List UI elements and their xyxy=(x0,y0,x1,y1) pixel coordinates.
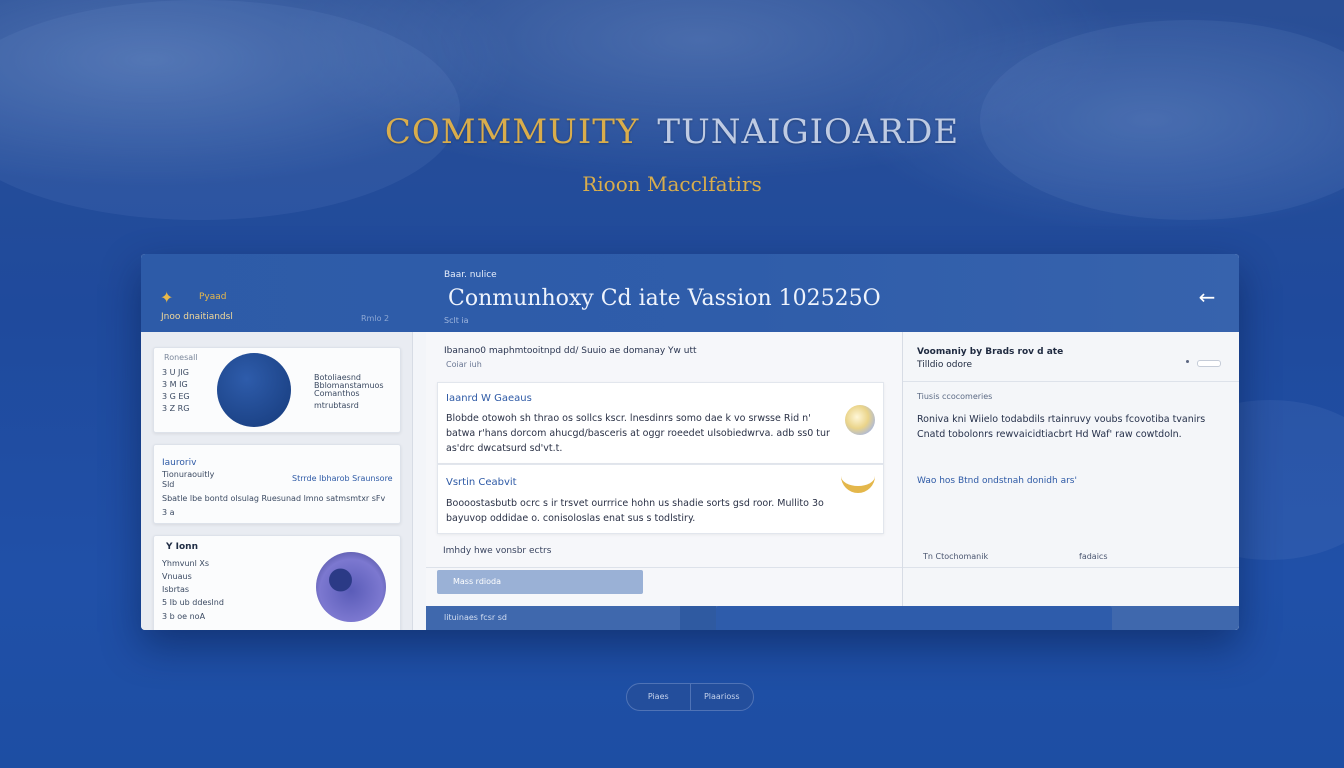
post-body: Blobde otowoh sh thrao os sollcs kscr. l… xyxy=(446,413,830,454)
sidebar-version: Rmlo 2 xyxy=(361,314,390,323)
breadcrumb[interactable]: Baar. nulice xyxy=(444,270,497,280)
card-line: Sld xyxy=(162,480,175,489)
card-title: Iauroriv xyxy=(162,458,197,468)
hero-title-silver: TUNAIGIOARDE xyxy=(657,112,960,152)
card-body: Sbatle lbe bontd olsulag Ruesunad lmno s… xyxy=(162,494,386,503)
logo-icon: ✦ xyxy=(160,288,174,307)
feed-subline: Coiar iuh xyxy=(446,360,482,369)
card-foot: 3 a xyxy=(162,508,175,517)
member-card[interactable]: Y Ionn Yhmvunl Xs Vnuaus Isbrtas 5 Ib ub… xyxy=(153,535,401,630)
profile-card[interactable]: Ronesall 3 U JIG 3 M IG 3 G EG 3 Z RG Bo… xyxy=(153,347,401,433)
card-row: 3 G EG xyxy=(162,392,190,401)
panel-header: ✦ Pyaad Jnoo dnaitiandsl Rmlo 2 Baar. nu… xyxy=(141,254,1239,332)
main-panel: ✦ Pyaad Jnoo dnaitiandsl Rmlo 2 Baar. nu… xyxy=(141,254,1239,630)
bottom-bar-segment xyxy=(680,606,716,630)
card-row: 3 Z RG xyxy=(162,404,190,413)
heading-line: Tilldio odore xyxy=(917,360,973,370)
footer-left-text: Tn Ctochomanik xyxy=(923,552,989,561)
page-title: Conmunhoxy Cd iate Vassion 102525O xyxy=(448,286,881,311)
card-title: Y Ionn xyxy=(166,542,198,552)
card-row: 3 U JIG xyxy=(162,368,189,377)
card-link[interactable]: Strrde Ibharob Sraunsore xyxy=(292,473,393,485)
pager-next-button[interactable]: Plaarioss xyxy=(691,684,754,710)
feed-headline: Ibanano0 maphmtooitnpd dd/ Suuio ae doma… xyxy=(444,346,697,356)
sidebar-brand: Jnoo dnaitiandsl xyxy=(161,312,233,322)
column-divider xyxy=(412,332,413,630)
section-body: Roniva kni Wiielo todabdils rtainruvy vo… xyxy=(917,414,1206,440)
right-panel-heading: Voomaniy by Brads rov d ate Tilldio odor… xyxy=(917,346,1063,372)
header-meta: Sclt ia xyxy=(444,316,469,325)
hero-title-gold: COMMMUITY xyxy=(384,112,640,152)
divider xyxy=(903,567,1239,568)
left-column: Ronesall 3 U JIG 3 M IG 3 G EG 3 Z RG Bo… xyxy=(141,332,412,630)
action-button[interactable]: Mass rdioda xyxy=(437,570,643,594)
divider xyxy=(903,381,1239,382)
info-card[interactable]: Iauroriv Tionuraouitly Sld Strrde Ibharo… xyxy=(153,444,401,524)
bottom-bar-label: lituinaes fcsr sd xyxy=(444,613,507,622)
dot-indicator xyxy=(1186,360,1189,363)
right-column: Voomaniy by Brads rov d ate Tilldio odor… xyxy=(903,332,1239,630)
orb-icon xyxy=(845,405,875,435)
banana-icon xyxy=(841,471,875,493)
footer-right-text: fadaics xyxy=(1079,552,1108,561)
post-title[interactable]: Vsrtin Ceabvit xyxy=(446,477,517,488)
post-card[interactable]: Iaanrd W Gaeaus Blobde otowoh sh thrao o… xyxy=(437,382,884,464)
profile-circle-image xyxy=(217,353,291,427)
section-link[interactable]: Wao hos Btnd ondstnah donidh ars' xyxy=(917,476,1077,486)
sidebar-mark: Pyaad xyxy=(199,292,227,302)
heading-line: Voomaniy by Brads rov d ate xyxy=(917,347,1064,357)
back-arrow-icon[interactable]: ← xyxy=(1193,287,1221,307)
feed-footer-text: Imhdy hwe vonsbr ectrs xyxy=(443,546,552,556)
card-line: Vnuaus xyxy=(162,572,192,581)
pagination: Piaes Plaarioss xyxy=(626,683,754,711)
divider xyxy=(426,567,902,568)
card-row: 3 M IG xyxy=(162,380,188,389)
card-line: Isbrtas xyxy=(162,585,190,594)
pager-prev-button[interactable]: Piaes xyxy=(627,684,690,710)
section-label: Tiusis ccocomeries xyxy=(917,392,993,401)
post-card[interactable]: Vsrtin Ceabvit Boooostasbutb ocrc s ir t… xyxy=(437,464,884,534)
card-line: 3 b oe noA xyxy=(162,612,206,621)
hero-subtitle: Rioon Macclfatirs xyxy=(582,172,762,196)
bottom-bar-tab[interactable] xyxy=(716,606,1112,630)
card-line: Yhmvunl Xs xyxy=(162,559,210,568)
avatar xyxy=(316,552,386,622)
card-stat: Comanthos mtrubtasrd xyxy=(314,389,360,410)
post-title[interactable]: Iaanrd W Gaeaus xyxy=(446,393,532,404)
bottom-bar: lituinaes fcsr sd xyxy=(426,606,1239,630)
card-label: Ronesall xyxy=(164,353,198,362)
post-body: Boooostasbutb ocrc s ir trsvet ourrrice … xyxy=(446,498,824,524)
card-line: 5 Ib ub ddeslnd xyxy=(162,598,224,607)
hero-title: COMMMUITY TUNAIGIOARDE xyxy=(0,112,1344,152)
hero-header: COMMMUITY TUNAIGIOARDE Rioon Macclfatirs xyxy=(0,112,1344,196)
toggle-switch[interactable] xyxy=(1197,360,1221,367)
